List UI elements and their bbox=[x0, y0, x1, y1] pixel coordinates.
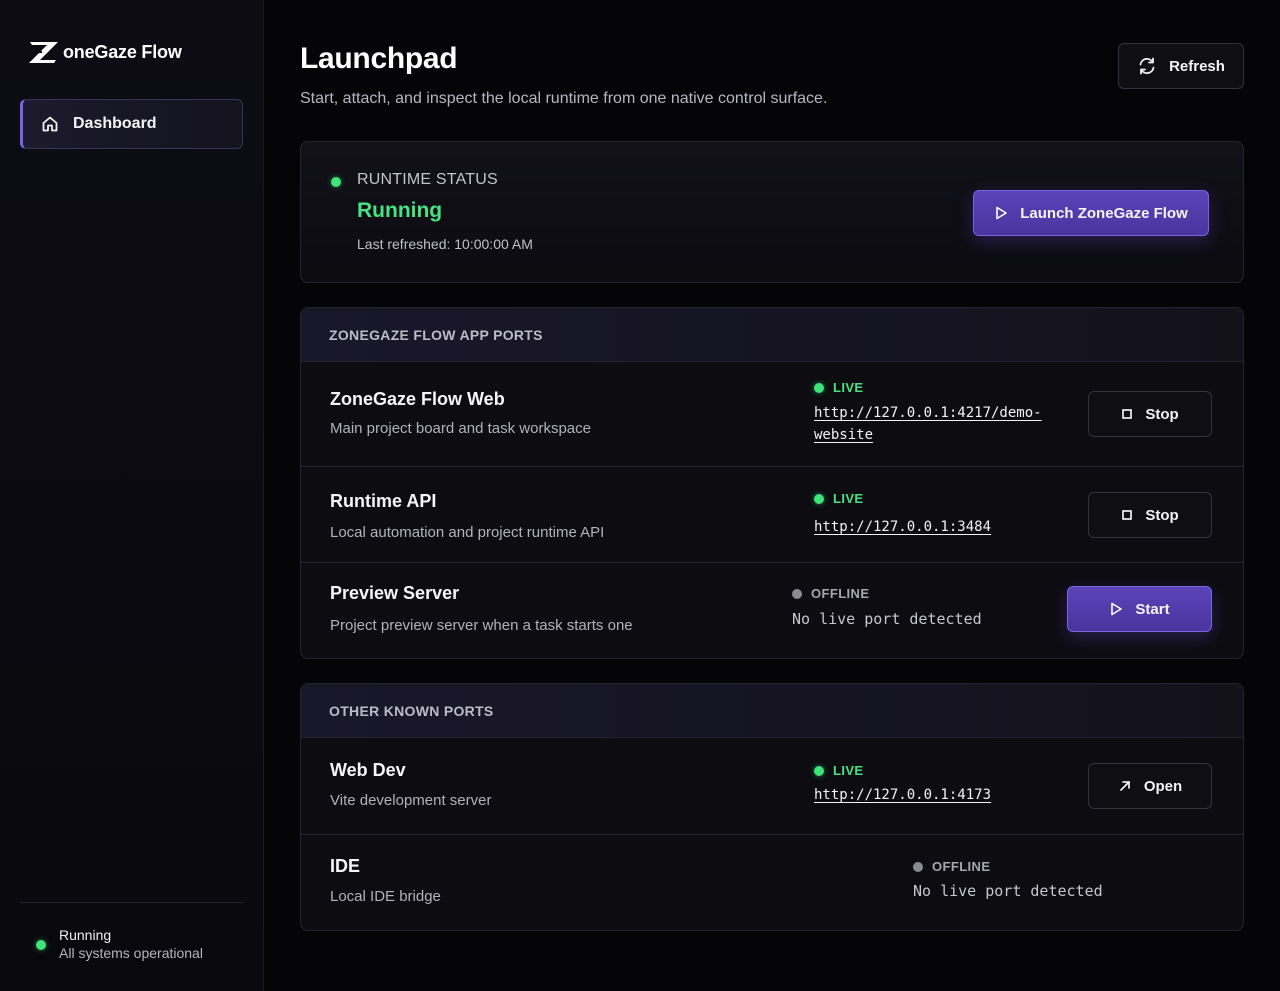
play-icon bbox=[1109, 602, 1123, 616]
no-port-text: No live port detected bbox=[913, 882, 1103, 900]
launch-button[interactable]: Launch ZoneGaze Flow bbox=[973, 190, 1209, 236]
port-name: Web Dev bbox=[330, 760, 406, 780]
open-label: Open bbox=[1143, 777, 1183, 795]
status-badge: LIVE bbox=[814, 491, 864, 506]
status-badge-label: LIVE bbox=[833, 763, 864, 778]
sidebar-status-title: Running bbox=[59, 927, 112, 943]
port-row: ZoneGaze Flow Web Main project board and… bbox=[301, 362, 1243, 467]
stop-icon bbox=[1121, 509, 1133, 521]
port-row: Web Dev Vite development server LIVE htt… bbox=[301, 738, 1243, 835]
offline-dot-icon bbox=[792, 588, 802, 599]
port-row: Preview Server Project preview server wh… bbox=[301, 563, 1243, 658]
port-desc: Main project board and task workspace bbox=[330, 420, 591, 437]
port-url-link[interactable]: http://127.0.0.1:4173 bbox=[814, 784, 1064, 806]
status-badge: LIVE bbox=[814, 763, 864, 778]
port-url-link[interactable]: http://127.0.0.1:4217/demo-website bbox=[814, 402, 1064, 446]
home-icon bbox=[41, 115, 59, 133]
live-dot-icon bbox=[814, 382, 824, 393]
live-dot-icon bbox=[814, 765, 824, 776]
launch-label: Launch ZoneGaze Flow bbox=[1020, 204, 1188, 222]
stop-label: Stop bbox=[1145, 405, 1179, 423]
status-badge-label: OFFLINE bbox=[811, 586, 870, 601]
section-header: ZONEGAZE FLOW APP PORTS bbox=[301, 308, 1243, 362]
play-icon bbox=[994, 206, 1008, 220]
port-desc: Local automation and project runtime API bbox=[330, 524, 605, 541]
status-badge: LIVE bbox=[814, 380, 864, 395]
logo-z-icon bbox=[29, 42, 58, 63]
external-link-icon bbox=[1118, 779, 1132, 793]
open-button[interactable]: Open bbox=[1088, 763, 1212, 809]
refresh-label: Refresh bbox=[1169, 57, 1225, 75]
port-desc: Project preview server when a task start… bbox=[330, 617, 633, 634]
status-badge: OFFLINE bbox=[913, 859, 990, 874]
port-name: Runtime API bbox=[330, 491, 437, 511]
stop-label: Stop bbox=[1145, 506, 1179, 524]
sidebar-divider bbox=[20, 902, 243, 903]
app-ports-card: ZONEGAZE FLOW APP PORTS ZoneGaze Flow We… bbox=[300, 307, 1244, 659]
runtime-status-value: Running bbox=[357, 199, 443, 222]
sidebar-item-label: Dashboard bbox=[73, 115, 157, 132]
offline-dot-icon bbox=[913, 861, 923, 872]
runtime-status-card: RUNTIME STATUS Running Last refreshed: 1… bbox=[300, 141, 1244, 283]
port-name: IDE bbox=[330, 856, 361, 876]
status-badge-label: OFFLINE bbox=[932, 859, 991, 874]
refresh-icon bbox=[1137, 56, 1157, 76]
no-port-text: No live port detected bbox=[792, 610, 982, 628]
port-name: Preview Server bbox=[330, 583, 460, 603]
sidebar-status: Running All systems operational bbox=[36, 926, 203, 963]
runtime-status-label: RUNTIME STATUS bbox=[357, 171, 498, 188]
stop-button[interactable]: Stop bbox=[1088, 492, 1212, 538]
port-row: IDE Local IDE bridge OFFLINE No live por… bbox=[301, 835, 1243, 930]
port-url-link[interactable]: http://127.0.0.1:3484 bbox=[814, 516, 1064, 538]
page-subtitle: Start, attach, and inspect the local run… bbox=[300, 90, 828, 107]
runtime-status-dot-icon bbox=[331, 177, 341, 187]
port-desc: Local IDE bridge bbox=[330, 888, 441, 905]
sidebar-status-detail: All systems operational bbox=[59, 945, 203, 961]
sidebar: oneGaze Flow Dashboard Running All syste… bbox=[0, 0, 264, 991]
live-dot-icon bbox=[814, 493, 824, 504]
other-ports-card: OTHER KNOWN PORTS Web Dev Vite developme… bbox=[300, 683, 1244, 931]
last-refreshed: Last refreshed: 10:00:00 AM bbox=[357, 236, 533, 252]
port-row: Runtime API Local automation and project… bbox=[301, 467, 1243, 563]
status-badge-label: LIVE bbox=[833, 491, 864, 506]
logo-text: oneGaze Flow bbox=[63, 41, 182, 62]
port-desc: Vite development server bbox=[330, 792, 492, 809]
section-header: OTHER KNOWN PORTS bbox=[301, 684, 1243, 738]
logo[interactable]: oneGaze Flow bbox=[28, 38, 182, 66]
status-badge-label: LIVE bbox=[833, 380, 864, 395]
status-badge: OFFLINE bbox=[792, 586, 869, 601]
page-title: Launchpad bbox=[300, 42, 458, 75]
refresh-button[interactable]: Refresh bbox=[1118, 43, 1244, 89]
start-label: Start bbox=[1135, 600, 1170, 618]
port-name: ZoneGaze Flow Web bbox=[330, 389, 505, 409]
start-button[interactable]: Start bbox=[1067, 586, 1212, 632]
sidebar-item-dashboard[interactable]: Dashboard bbox=[20, 99, 243, 149]
status-dot-icon bbox=[36, 940, 46, 950]
stop-icon bbox=[1121, 408, 1133, 420]
stop-button[interactable]: Stop bbox=[1088, 391, 1212, 437]
